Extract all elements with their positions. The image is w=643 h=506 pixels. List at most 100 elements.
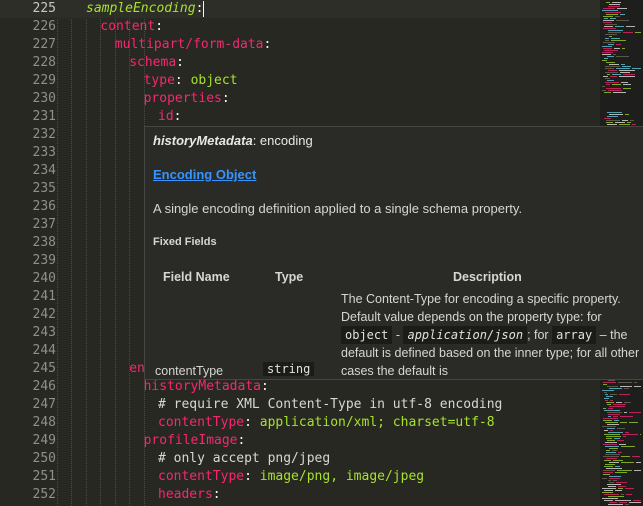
code-token: sampleEncoding [86,1,196,16]
minimap-stroke [605,34,617,35]
code-token: application/xml; charset=utf-8 [259,415,495,430]
minimap-stroke [632,124,636,125]
code-token: : [263,37,272,52]
minimap-stroke [603,472,613,473]
code-token: : [195,1,204,16]
minimap-stroke [629,422,638,423]
line-code[interactable]: content: [100,18,163,36]
minimap-stroke [604,494,619,495]
minimap-stroke [603,8,615,9]
code-line[interactable]: 246 historyMetadata: [0,378,600,396]
minimap-stroke [607,112,622,113]
line-number: 241 [32,289,56,304]
minimap-stroke [603,16,613,17]
minimap-stroke [615,26,624,27]
code-token: : [212,487,221,502]
code-line[interactable]: 249 profileImage: [0,432,600,450]
code-line[interactable]: 251 contentType: image/png, image/jpeg [0,468,600,486]
code-line[interactable]: 252 headers: [0,486,600,504]
row-description: The Content-Type for encoding a specific… [341,290,641,379]
code-line[interactable]: 227 multipart/form-data: [0,36,600,54]
line-number: 248 [32,415,56,430]
minimap-stroke [615,466,620,467]
line-number: 238 [32,235,56,250]
minimap-stroke [609,478,620,479]
minimap-stroke [629,412,641,413]
line-code[interactable]: schema: [129,54,184,72]
code-token: id [158,109,174,124]
code-line[interactable]: 250 # only accept png/jpeg [0,450,600,468]
line-code[interactable]: # only accept png/jpeg [158,450,330,468]
code-token: : [261,379,269,394]
line-number: 250 [32,451,56,466]
minimap-stroke [622,66,631,67]
code-token: en [129,361,145,376]
line-code[interactable]: contentType: image/png, image/jpeg [158,468,424,486]
minimap-stroke [603,42,615,43]
minimap-stroke [606,14,618,15]
minimap-stroke [606,2,610,3]
line-code[interactable]: id: [158,108,181,126]
minimap-stroke [606,396,613,397]
line-code[interactable]: properties: [144,90,230,108]
code-line[interactable]: 229 type: object [0,72,600,90]
minimap-stroke [615,490,622,491]
code-line[interactable]: 226 content: [0,18,600,36]
minimap-stroke [602,478,607,479]
minimap-stroke [610,400,613,401]
minimap-stroke [609,462,619,463]
minimap-stroke [603,384,607,385]
minimap-stroke [602,492,613,493]
line-code[interactable]: sampleEncoding: [86,0,205,18]
minimap-stroke [619,70,635,71]
minimap-stroke [607,74,610,75]
code-line[interactable]: 248 contentType: application/xml; charset… [0,414,600,432]
header-type: Type [275,270,304,284]
minimap-stroke [607,484,621,485]
minimap-stroke [620,386,632,387]
line-code[interactable]: multipart/form-data: [115,36,272,54]
minimap-stroke [604,460,611,461]
code-token: : [237,433,246,448]
minimap-stroke [602,426,616,427]
code-token: content [100,19,156,34]
minimap-stroke [604,392,607,393]
minimap-stroke [616,44,621,45]
line-code[interactable]: type: object [144,72,238,90]
code-line[interactable]: 225 sampleEncoding: [0,0,600,18]
line-number: 245 [32,361,56,376]
minimap-stroke [607,412,622,413]
line-code[interactable]: en [129,360,145,378]
minimap-stroke [605,394,608,395]
line-number: 230 [32,91,56,106]
line-code[interactable]: # require XML Content-Type in utf-8 enco… [158,396,502,414]
code-line[interactable]: 228 schema: [0,54,600,72]
code-line[interactable]: 231 id: [0,108,600,126]
code-line[interactable]: 230 properties: [0,90,600,108]
minimap-stroke [603,456,619,457]
line-code[interactable]: profileImage: [144,432,246,450]
minimap-stroke [608,32,621,33]
minimap-stroke [622,120,628,121]
code-token: : [155,19,164,34]
minimap-stroke [605,12,621,13]
line-code[interactable]: headers: [158,486,221,504]
code-token: # only accept png/jpeg [158,451,331,466]
minimap-stroke [608,380,615,381]
minimap-stroke [609,482,614,483]
header-description: Description [453,270,522,284]
minimap-stroke [611,40,626,41]
header-field-name: Field Name [163,270,230,284]
minimap-stroke [608,414,620,415]
minimap-stroke [602,60,607,61]
line-code[interactable]: contentType: application/xml; charset=ut… [158,414,495,432]
code-line[interactable]: 247 # require XML Content-Type in utf-8 e… [0,396,600,414]
encoding-object-link[interactable]: Encoding Object [153,167,256,182]
minimap-stroke [604,92,611,93]
minimap-stroke [602,390,614,391]
line-code[interactable]: historyMetadata: [144,378,269,396]
minimap-stroke [623,74,635,75]
minimap-stroke [626,26,635,27]
minimap-stroke [632,68,641,69]
minimap-stroke [605,68,614,69]
